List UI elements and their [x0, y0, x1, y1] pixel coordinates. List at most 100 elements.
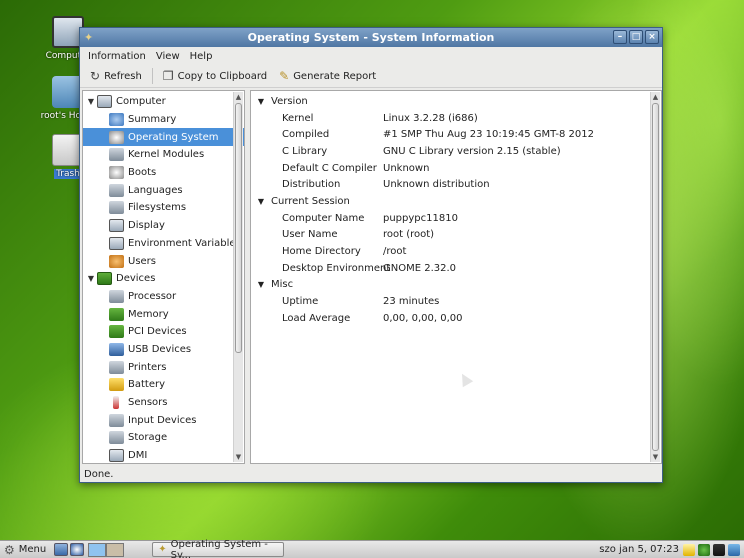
- info-row[interactable]: Load Average 0,00, 0,00, 0,00: [251, 310, 661, 327]
- refresh-label: Refresh: [104, 70, 142, 82]
- info-row[interactable]: Default C Compiler Unknown: [251, 160, 661, 177]
- close-button[interactable]: ×: [645, 30, 659, 44]
- tree-item-printers[interactable]: Printers: [83, 358, 244, 376]
- tree-item-label: Display: [128, 220, 165, 232]
- scroll-up-icon[interactable]: ▲: [234, 92, 243, 102]
- network-icon[interactable]: [698, 543, 710, 556]
- tree-item-dmi[interactable]: DMI: [83, 447, 244, 463]
- workspace-2[interactable]: [106, 542, 125, 557]
- window-titlebar[interactable]: ✦ Operating System - System Information …: [80, 28, 662, 47]
- taskbar: ⚙ Menu ✦ Operating System - Sy... szo ja…: [0, 539, 744, 558]
- info-row[interactable]: Kernel Linux 3.2.28 (i686): [251, 110, 661, 127]
- tree-item-operating-system[interactable]: Operating System: [83, 128, 244, 147]
- generate-report-button[interactable]: ✎ Generate Report: [275, 67, 380, 85]
- refresh-icon: ↻: [90, 69, 101, 83]
- expander-down-icon[interactable]: ▼: [85, 274, 97, 283]
- start-menu-button[interactable]: ⚙ Menu: [0, 542, 50, 558]
- tree-item-storage[interactable]: Storage: [83, 429, 244, 447]
- tree-item-display[interactable]: Display: [83, 217, 244, 235]
- tree-item-summary[interactable]: Summary: [83, 111, 244, 129]
- expander-down-icon[interactable]: ▼: [254, 280, 268, 289]
- info-row[interactable]: User Name root (root): [251, 227, 661, 244]
- languages-icon: [109, 183, 124, 197]
- scroll-down-icon[interactable]: ▼: [651, 452, 660, 462]
- tree-item-filesystems[interactable]: Filesystems: [83, 199, 244, 217]
- filesystem-icon: [109, 201, 124, 215]
- expander-down-icon[interactable]: ▼: [85, 97, 97, 106]
- info-key: Computer Name: [282, 212, 365, 224]
- monitor-icon[interactable]: [728, 543, 740, 556]
- menu-information[interactable]: Information: [84, 50, 150, 63]
- info-value: root (root): [383, 229, 435, 241]
- app-icon: ✦: [158, 544, 167, 555]
- tree-item-pci-devices[interactable]: PCI Devices: [83, 323, 244, 341]
- tree-item-label: Sensors: [128, 397, 168, 409]
- system-tray: [683, 543, 740, 556]
- section-misc[interactable]: ▼ Misc: [251, 277, 661, 294]
- maximize-button[interactable]: □: [629, 30, 643, 44]
- tree-group-computer[interactable]: ▼ Computer: [83, 93, 244, 111]
- tree-item-memory[interactable]: Memory: [83, 305, 244, 323]
- menu-help[interactable]: Help: [186, 50, 217, 63]
- tree-scrollbar[interactable]: ▲ ▼: [233, 92, 243, 462]
- gear-icon: ⚙: [4, 542, 15, 557]
- tree-item-label: Environment Variables: [128, 237, 241, 249]
- tree-item-users[interactable]: Users: [83, 252, 244, 270]
- volume-icon[interactable]: [713, 543, 725, 556]
- menu-view[interactable]: View: [152, 50, 184, 63]
- scroll-thumb[interactable]: [235, 103, 242, 353]
- section-current-session[interactable]: ▼ Current Session: [251, 193, 661, 210]
- tree-item-kernel-modules[interactable]: Kernel Modules: [83, 146, 244, 164]
- app-icon: ✦: [84, 31, 94, 44]
- info-row[interactable]: Compiled #1 SMP Thu Aug 23 10:19:45 GMT-8…: [251, 126, 661, 143]
- details-scrollbar[interactable]: ▲ ▼: [650, 92, 660, 462]
- tree-item-label: Users: [128, 255, 157, 267]
- info-value: puppypc11810: [383, 212, 458, 224]
- scroll-up-icon[interactable]: ▲: [651, 92, 660, 102]
- browser-launcher-icon[interactable]: [70, 543, 85, 556]
- dmi-icon: [109, 449, 124, 463]
- info-key: Default C Compiler: [282, 162, 377, 174]
- scroll-thumb[interactable]: [652, 103, 659, 451]
- expander-down-icon[interactable]: ▼: [254, 197, 268, 206]
- info-row[interactable]: Home Directory/root: [251, 243, 661, 260]
- clock[interactable]: szo jan 5, 07:23: [599, 544, 679, 555]
- report-label: Generate Report: [293, 70, 377, 82]
- expander-down-icon[interactable]: ▼: [254, 97, 268, 106]
- tree-item-languages[interactable]: Languages: [83, 181, 244, 199]
- tree-item-battery[interactable]: Battery: [83, 376, 244, 394]
- tree-item-input-devices[interactable]: Input Devices: [83, 411, 244, 429]
- details-pane: ▼ Version Kernel Linux 3.2.28 (i686) Compi…: [250, 90, 662, 464]
- info-row[interactable]: C Library GNU C Library version 2.15 (sta…: [251, 143, 661, 160]
- copy-to-clipboard-button[interactable]: ❐ Copy to Clipboard: [159, 67, 271, 85]
- menubar: Information View Help: [80, 47, 662, 65]
- scroll-down-icon[interactable]: ▼: [234, 452, 243, 462]
- copy-label: Copy to Clipboard: [177, 70, 268, 82]
- tree-item-processor[interactable]: Processor: [83, 288, 244, 306]
- taskbar-window-button[interactable]: ✦ Operating System - Sy...: [152, 539, 285, 558]
- info-row[interactable]: Desktop Environment GNOME 2.32.0: [251, 260, 661, 277]
- info-value: GNU C Library version 2.15 (stable): [383, 145, 561, 157]
- pci-card-icon: [109, 325, 124, 339]
- workspace-switcher: [88, 542, 125, 557]
- info-row[interactable]: Distribution Unknown distribution: [251, 176, 661, 193]
- notes-icon[interactable]: [683, 543, 695, 556]
- tree-item-boots[interactable]: Boots: [83, 164, 244, 182]
- tree-item-usb-devices[interactable]: USB Devices: [83, 341, 244, 359]
- desktop-launcher-icon[interactable]: [54, 543, 69, 556]
- category-tree[interactable]: ▼ Computer Summary Operating System Kern…: [82, 90, 245, 464]
- info-row[interactable]: Computer Name puppypc11810: [251, 210, 661, 227]
- tree-group-devices[interactable]: ▼ Devices: [83, 270, 244, 288]
- workspace-1[interactable]: [88, 542, 107, 557]
- section-version[interactable]: ▼ Version: [251, 93, 661, 110]
- tree-group-label: Devices: [116, 273, 156, 285]
- thermometer-icon: [113, 396, 119, 410]
- info-key: Home Directory: [282, 246, 361, 258]
- tree-item-sensors[interactable]: Sensors: [83, 394, 244, 412]
- tree-item-environment-variables[interactable]: Environment Variables: [83, 235, 244, 253]
- refresh-button[interactable]: ↻ Refresh: [86, 67, 146, 85]
- keyboard-icon: [109, 413, 124, 427]
- info-row[interactable]: Uptime 23 minutes: [251, 293, 661, 310]
- tree-group-label: Computer: [116, 96, 166, 108]
- minimize-button[interactable]: –: [613, 30, 627, 44]
